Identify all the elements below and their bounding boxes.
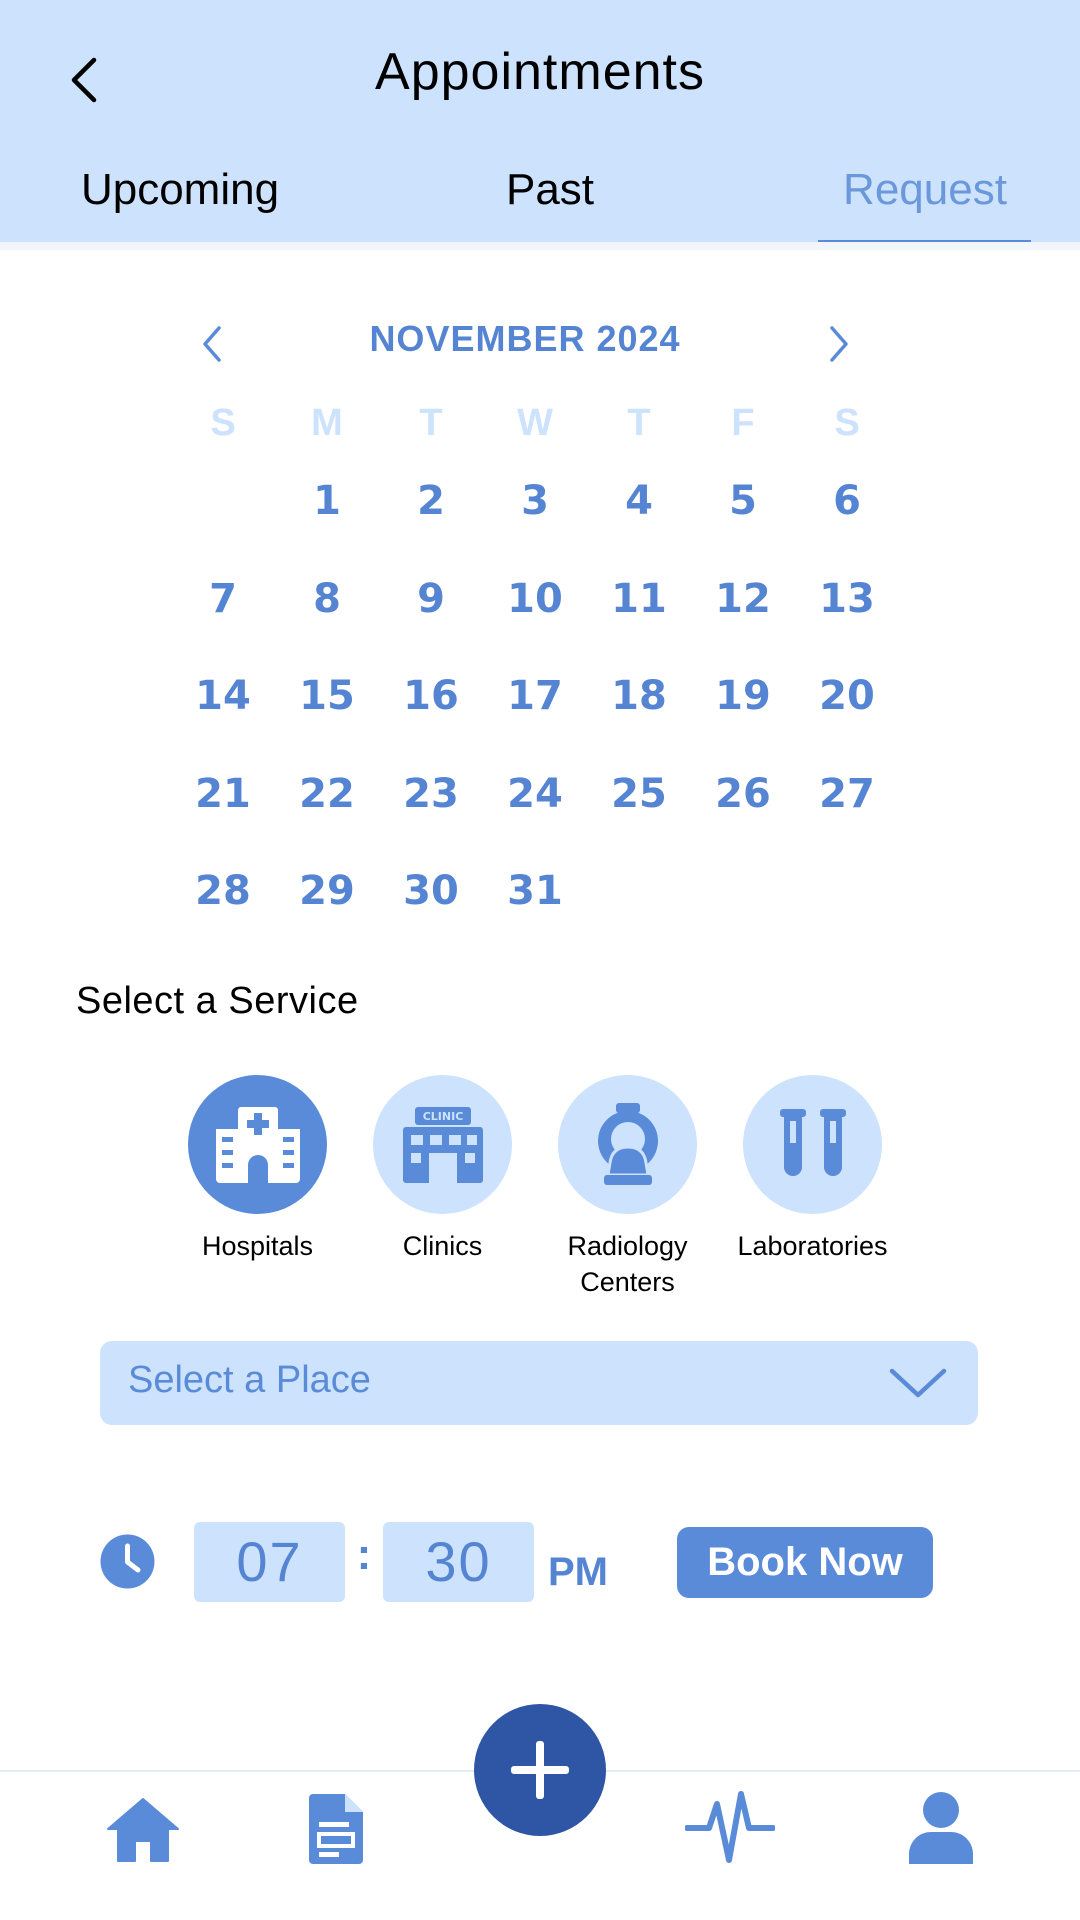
calendar-blank-cell bbox=[171, 478, 275, 576]
profile-icon[interactable] bbox=[909, 1792, 973, 1864]
calendar-day[interactable]: 26 bbox=[691, 771, 795, 869]
chevron-right-icon bbox=[830, 326, 848, 362]
weekday-label: S bbox=[210, 402, 236, 444]
calendar-day[interactable]: 29 bbox=[275, 868, 379, 966]
weekday-label: W bbox=[517, 402, 553, 444]
calendar-day[interactable]: 21 bbox=[171, 771, 275, 869]
service-label: Clinics bbox=[402, 1231, 483, 1261]
calendar-day[interactable]: 23 bbox=[379, 771, 483, 869]
app-header: Appointments Upcoming Past Request bbox=[0, 0, 1080, 242]
hour-input[interactable]: 07 bbox=[194, 1522, 345, 1602]
calendar-weekday-header: S M T W T F S bbox=[171, 402, 899, 445]
calendar-day[interactable]: 10 bbox=[483, 576, 587, 674]
calendar-day[interactable]: 6 bbox=[795, 478, 899, 576]
service-label: Hospitals bbox=[201, 1231, 314, 1261]
time-separator: : bbox=[356, 1530, 372, 1579]
service-label: Radiology Centers bbox=[567, 1228, 687, 1300]
add-appointment-button[interactable] bbox=[474, 1704, 606, 1836]
tab-past[interactable]: Past bbox=[490, 165, 610, 215]
calendar-day[interactable]: 9 bbox=[379, 576, 483, 674]
svg-text:CLINIC: CLINIC bbox=[422, 1110, 463, 1123]
clock-icon bbox=[100, 1534, 155, 1589]
chevron-down-icon bbox=[889, 1368, 947, 1398]
place-dropdown[interactable]: Select a Place bbox=[100, 1341, 978, 1425]
tab-upcoming[interactable]: Upcoming bbox=[80, 165, 280, 215]
tab-request[interactable]: Request bbox=[830, 165, 1020, 215]
home-icon[interactable] bbox=[106, 1797, 180, 1863]
calendar-day[interactable]: 13 bbox=[795, 576, 899, 674]
book-now-button[interactable]: Book Now bbox=[677, 1527, 933, 1598]
page-title: Appointments bbox=[375, 43, 705, 101]
weekday-label: S bbox=[834, 402, 860, 444]
next-month-button[interactable] bbox=[818, 322, 858, 366]
service-section-title: Select a Service bbox=[76, 980, 359, 1022]
weekday-label: T bbox=[419, 402, 443, 444]
calendar-day[interactable]: 8 bbox=[275, 576, 379, 674]
calendar-day[interactable]: 22 bbox=[275, 771, 379, 869]
service-icon-circle bbox=[188, 1075, 327, 1214]
service-list: Hospitals CLINIC Clinics Radiology Cente… bbox=[188, 1075, 888, 1300]
hospital-icon bbox=[215, 1106, 300, 1183]
document-icon[interactable] bbox=[309, 1794, 363, 1864]
service-clinics[interactable]: CLINIC Clinics bbox=[373, 1075, 512, 1300]
calendar-day[interactable]: 17 bbox=[483, 673, 587, 771]
calendar-day[interactable]: 5 bbox=[691, 478, 795, 576]
calendar-day[interactable]: 30 bbox=[379, 868, 483, 966]
calendar-day[interactable]: 11 bbox=[587, 576, 691, 674]
calendar-day[interactable]: 19 bbox=[691, 673, 795, 771]
weekday-label: F bbox=[731, 402, 755, 444]
calendar-day[interactable]: 31 bbox=[483, 868, 587, 966]
calendar-day[interactable]: 24 bbox=[483, 771, 587, 869]
service-laboratories[interactable]: Laboratories bbox=[737, 1075, 888, 1300]
service-radiology-centers[interactable]: Radiology Centers bbox=[558, 1075, 697, 1300]
clinic-icon: CLINIC bbox=[402, 1106, 483, 1183]
calendar-day[interactable]: 15 bbox=[275, 673, 379, 771]
weekday-label: T bbox=[627, 402, 651, 444]
service-label-line: Centers bbox=[580, 1267, 675, 1297]
header-divider bbox=[0, 242, 1080, 250]
radiology-icon bbox=[597, 1102, 658, 1185]
calendar-day[interactable]: 1 bbox=[275, 478, 379, 576]
calendar-day[interactable]: 14 bbox=[171, 673, 275, 771]
service-icon-circle bbox=[558, 1075, 697, 1214]
calendar-days-grid: 1 2 3 4 5 6 7 8 9 10 11 12 13 14 15 16 17 18 19 20 21 22 23 24 2… bbox=[171, 478, 899, 966]
chevron-left-icon bbox=[203, 326, 221, 362]
calendar-day[interactable]: 25 bbox=[587, 771, 691, 869]
calendar-day[interactable]: 2 bbox=[379, 478, 483, 576]
calendar-day[interactable]: 3 bbox=[483, 478, 587, 576]
service-icon-circle bbox=[743, 1075, 882, 1214]
service-label-line: Radiology bbox=[567, 1231, 688, 1261]
service-icon-circle: CLINIC bbox=[373, 1075, 512, 1214]
activity-icon[interactable] bbox=[685, 1790, 775, 1866]
plus-icon bbox=[511, 1741, 569, 1799]
service-label: Laboratories bbox=[737, 1231, 888, 1261]
service-hospitals[interactable]: Hospitals bbox=[188, 1075, 327, 1300]
calendar-day[interactable]: 27 bbox=[795, 771, 899, 869]
minute-input[interactable]: 30 bbox=[383, 1522, 534, 1602]
calendar-day[interactable]: 12 bbox=[691, 576, 795, 674]
am-pm-toggle[interactable]: PM bbox=[548, 1550, 608, 1595]
calendar-day[interactable]: 20 bbox=[795, 673, 899, 771]
calendar-day[interactable]: 7 bbox=[171, 576, 275, 674]
test-tubes-icon bbox=[779, 1108, 846, 1176]
place-placeholder: Select a Place bbox=[128, 1359, 371, 1401]
weekday-label: M bbox=[311, 402, 343, 444]
calendar-day[interactable]: 28 bbox=[171, 868, 275, 966]
previous-month-button[interactable] bbox=[193, 322, 233, 366]
calendar-day[interactable]: 16 bbox=[379, 673, 483, 771]
calendar-day[interactable]: 4 bbox=[587, 478, 691, 576]
calendar-month-label: NOVEMBER 2024 bbox=[369, 318, 681, 359]
calendar-day[interactable]: 18 bbox=[587, 673, 691, 771]
